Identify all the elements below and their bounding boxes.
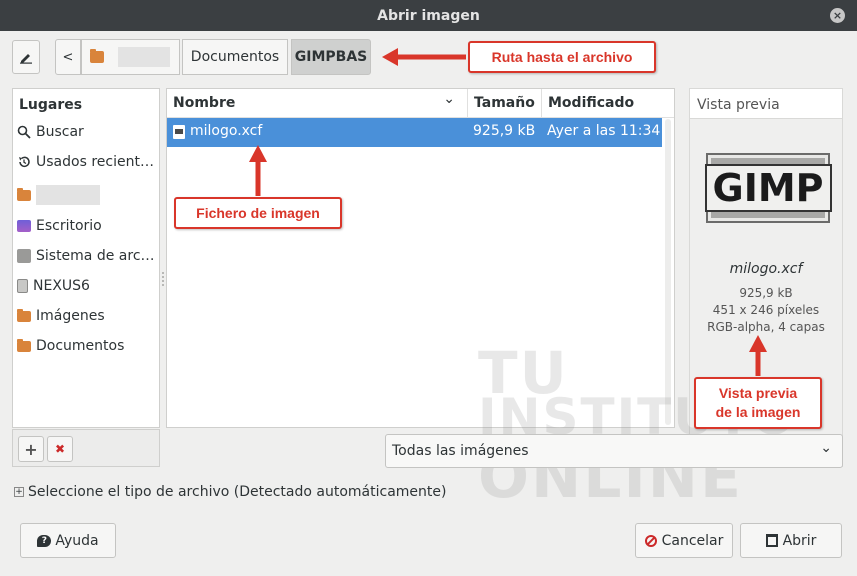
- annotation-arrows: [249, 48, 767, 376]
- annotation-file: Fichero de imagen: [174, 197, 342, 229]
- annotation-preview: Vista previa de la imagen: [694, 377, 822, 429]
- annotation-path: Ruta hasta el archivo: [468, 41, 656, 73]
